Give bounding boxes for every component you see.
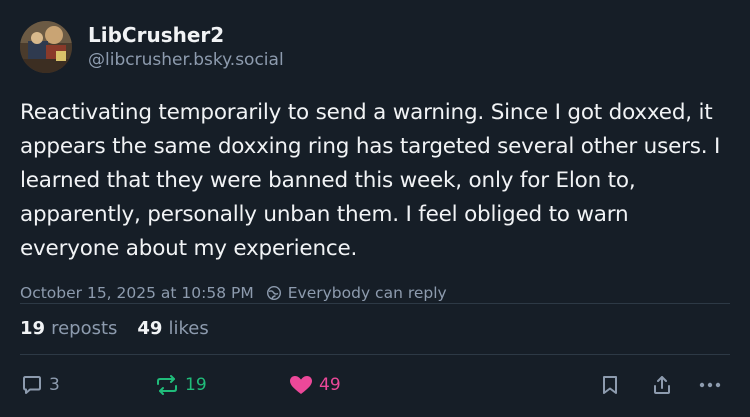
reply-count: 3 <box>49 375 60 395</box>
post-timestamp[interactable]: October 15, 2025 at 10:58 PM <box>20 284 254 302</box>
reply-icon <box>20 373 44 397</box>
repost-count: 19 <box>185 375 207 395</box>
reposts-count[interactable]: 19 <box>20 316 45 342</box>
author-display-name[interactable]: LibCrusher2 <box>88 22 284 48</box>
post-stats: 19 reposts 49 likes <box>20 316 209 342</box>
likes-count[interactable]: 49 <box>137 316 162 342</box>
repost-button[interactable]: 19 <box>154 373 207 397</box>
reposts-label[interactable]: reposts <box>51 316 117 342</box>
post-actions: 3 19 49 <box>20 368 730 402</box>
post-meta: October 15, 2025 at 10:58 PM Everybody c… <box>20 281 730 305</box>
like-button[interactable]: 49 <box>288 373 341 397</box>
bookmark-button[interactable] <box>599 373 621 397</box>
share-button[interactable] <box>650 373 674 397</box>
bookmark-icon <box>599 373 621 397</box>
author-handle[interactable]: @libcrusher.bsky.social <box>88 49 284 71</box>
author-names: LibCrusher2 @libcrusher.bsky.social <box>88 22 284 71</box>
heart-icon <box>288 373 314 397</box>
globe-icon <box>266 285 282 301</box>
divider <box>20 354 730 355</box>
post-text: Reactivating temporarily to send a warni… <box>20 100 721 261</box>
like-count: 49 <box>319 375 341 395</box>
avatar-image <box>20 21 72 73</box>
divider <box>20 303 730 304</box>
reply-button[interactable]: 3 <box>20 373 60 397</box>
reply-setting[interactable]: Everybody can reply <box>288 284 447 302</box>
repost-icon <box>154 373 180 397</box>
ellipsis-icon <box>697 373 723 397</box>
post-author: LibCrusher2 @libcrusher.bsky.social <box>20 18 730 76</box>
likes-label[interactable]: likes <box>168 316 208 342</box>
more-options-button[interactable] <box>697 373 723 397</box>
avatar[interactable] <box>20 21 72 73</box>
share-icon <box>650 373 674 397</box>
